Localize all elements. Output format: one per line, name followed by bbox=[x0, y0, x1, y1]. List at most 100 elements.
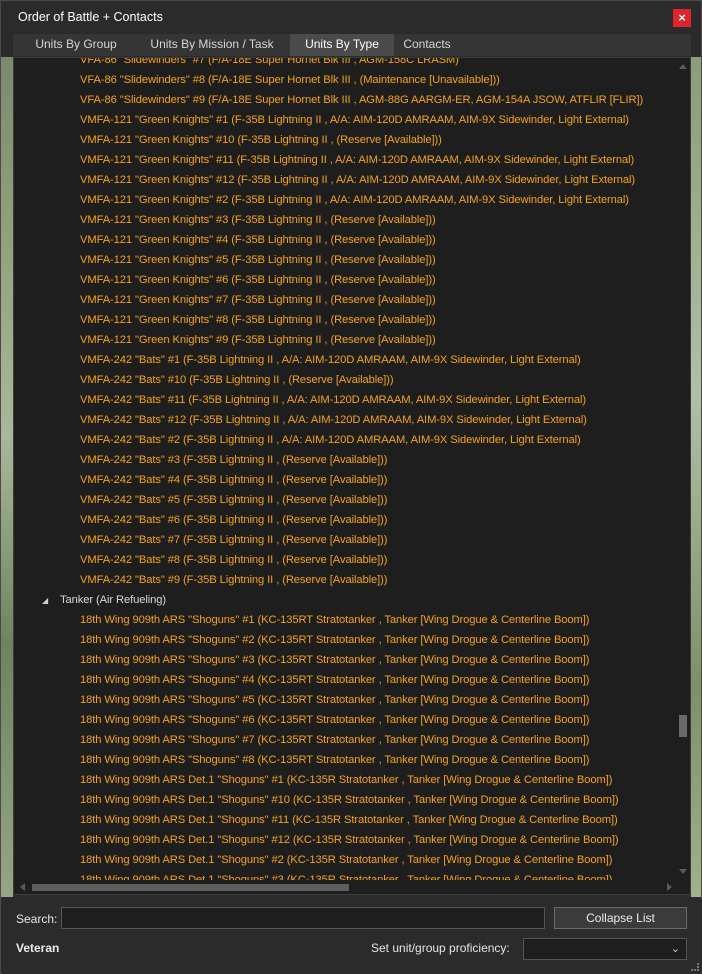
tree-unit-label: 18th Wing 909th ARS Det.1 "Shoguns" #2 (… bbox=[80, 854, 613, 866]
tree-unit-label: VMFA-121 "Green Knights" #8 (F-35B Light… bbox=[80, 314, 436, 326]
tab-units-by-group[interactable]: Units By Group bbox=[17, 34, 135, 56]
tree-unit-row[interactable]: VMFA-242 "Bats" #10 (F-35B Lightning II … bbox=[14, 370, 678, 390]
tree-unit-label: 18th Wing 909th ARS "Shoguns" #2 (KC-135… bbox=[80, 634, 590, 646]
tree-unit-row[interactable]: 18th Wing 909th ARS "Shoguns" #7 (KC-135… bbox=[14, 730, 678, 750]
tree-unit-label: VMFA-121 "Green Knights" #2 (F-35B Light… bbox=[80, 194, 629, 206]
vertical-scroll-thumb[interactable] bbox=[679, 715, 687, 737]
tree-unit-row[interactable]: 18th Wing 909th ARS "Shoguns" #6 (KC-135… bbox=[14, 710, 678, 730]
tree-unit-row[interactable]: VMFA-242 "Bats" #11 (F-35B Lightning II … bbox=[14, 390, 678, 410]
tree-unit-label: VMFA-121 "Green Knights" #9 (F-35B Light… bbox=[80, 334, 436, 346]
tree-unit-row[interactable]: VMFA-121 "Green Knights" #11 (F-35B Ligh… bbox=[14, 150, 678, 170]
tree-unit-row[interactable]: VMFA-242 "Bats" #12 (F-35B Lightning II … bbox=[14, 410, 678, 430]
tree-unit-row[interactable]: VMFA-242 "Bats" #8 (F-35B Lightning II ,… bbox=[14, 550, 678, 570]
search-input[interactable] bbox=[61, 907, 545, 929]
tree-group-row[interactable]: ◢ Tanker (Air Refueling) bbox=[14, 590, 678, 610]
tree-unit-label: VMFA-242 "Bats" #2 (F-35B Lightning II ,… bbox=[80, 434, 581, 446]
expand-triangle-icon[interactable]: ◢ bbox=[42, 591, 60, 610]
tree-unit-label: VMFA-242 "Bats" #6 (F-35B Lightning II ,… bbox=[80, 514, 388, 526]
vertical-scrollbar[interactable] bbox=[676, 58, 690, 880]
current-proficiency: Veteran bbox=[16, 941, 60, 955]
tree-unit-row[interactable]: VMFA-121 "Green Knights" #8 (F-35B Light… bbox=[14, 310, 678, 330]
scroll-right-arrow-icon[interactable] bbox=[667, 883, 672, 891]
tree-unit-label: VMFA-242 "Bats" #5 (F-35B Lightning II ,… bbox=[80, 494, 388, 506]
tree-unit-label: VMFA-121 "Green Knights" #4 (F-35B Light… bbox=[80, 234, 436, 246]
map-background-right bbox=[691, 57, 701, 897]
tab-units-by-mission-task[interactable]: Units By Mission / Task bbox=[137, 34, 287, 56]
tree-unit-row[interactable]: VMFA-121 "Green Knights" #7 (F-35B Light… bbox=[14, 290, 678, 310]
tree-unit-row[interactable]: 18th Wing 909th ARS Det.1 "Shoguns" #2 (… bbox=[14, 850, 678, 870]
tree-unit-row[interactable]: VFA-86 "Slidewinders" #9 (F/A-18E Super … bbox=[14, 90, 678, 110]
tree-unit-label: VMFA-242 "Bats" #9 (F-35B Lightning II ,… bbox=[80, 574, 388, 586]
resize-grip-icon[interactable] bbox=[691, 963, 699, 971]
tree-unit-label: VMFA-242 "Bats" #11 (F-35B Lightning II … bbox=[80, 394, 586, 406]
tree-unit-label: VMFA-121 "Green Knights" #6 (F-35B Light… bbox=[80, 274, 436, 286]
tree-unit-row[interactable]: 18th Wing 909th ARS Det.1 "Shoguns" #12 … bbox=[14, 830, 678, 850]
proficiency-label: Set unit/group proficiency: bbox=[371, 941, 510, 955]
tree-unit-row[interactable]: VMFA-121 "Green Knights" #12 (F-35B Ligh… bbox=[14, 170, 678, 190]
tree-unit-row[interactable]: 18th Wing 909th ARS "Shoguns" #4 (KC-135… bbox=[14, 670, 678, 690]
scroll-left-arrow-icon[interactable] bbox=[20, 883, 25, 891]
horizontal-scroll-thumb[interactable] bbox=[32, 884, 349, 891]
tree-unit-label: VFA-86 "Slidewinders" #8 (F/A-18E Super … bbox=[80, 74, 500, 86]
tree-unit-row[interactable]: 18th Wing 909th ARS Det.1 "Shoguns" #10 … bbox=[14, 790, 678, 810]
footer-panel: Search: Collapse List Veteran Set unit/g… bbox=[2, 899, 702, 974]
tree-unit-label: VMFA-121 "Green Knights" #5 (F-35B Light… bbox=[80, 254, 436, 266]
title-bar[interactable]: Order of Battle + Contacts × bbox=[2, 2, 700, 32]
tree-unit-row[interactable]: 18th Wing 909th ARS Det.1 "Shoguns" #1 (… bbox=[14, 770, 678, 790]
tree-unit-row[interactable]: VMFA-121 "Green Knights" #1 (F-35B Light… bbox=[14, 110, 678, 130]
tree-unit-row[interactable]: VMFA-242 "Bats" #6 (F-35B Lightning II ,… bbox=[14, 510, 678, 530]
horizontal-scrollbar[interactable] bbox=[14, 880, 678, 894]
tree-unit-row[interactable]: 18th Wing 909th ARS "Shoguns" #2 (KC-135… bbox=[14, 630, 678, 650]
tree-unit-row[interactable]: VFA-86 "Slidewinders" #8 (F/A-18E Super … bbox=[14, 70, 678, 90]
tree-unit-row[interactable]: VMFA-121 "Green Knights" #4 (F-35B Light… bbox=[14, 230, 678, 250]
tree-unit-label: VMFA-242 "Bats" #3 (F-35B Lightning II ,… bbox=[80, 454, 388, 466]
tree-unit-row[interactable]: VMFA-242 "Bats" #1 (F-35B Lightning II ,… bbox=[14, 350, 678, 370]
tree-unit-label: 18th Wing 909th ARS Det.1 "Shoguns" #12 … bbox=[80, 834, 619, 846]
tree-unit-label: VMFA-242 "Bats" #12 (F-35B Lightning II … bbox=[80, 414, 587, 426]
tree-unit-label: 18th Wing 909th ARS Det.1 "Shoguns" #1 (… bbox=[80, 774, 613, 786]
tree-unit-row[interactable]: 18th Wing 909th ARS "Shoguns" #5 (KC-135… bbox=[14, 690, 678, 710]
tree-unit-row[interactable]: VMFA-121 "Green Knights" #2 (F-35B Light… bbox=[14, 190, 678, 210]
scroll-down-arrow-icon[interactable] bbox=[679, 869, 687, 874]
tree-unit-row[interactable]: VMFA-121 "Green Knights" #5 (F-35B Light… bbox=[14, 250, 678, 270]
tree-unit-label: 18th Wing 909th ARS Det.1 "Shoguns" #10 … bbox=[80, 794, 619, 806]
tree-unit-row[interactable]: VMFA-242 "Bats" #7 (F-35B Lightning II ,… bbox=[14, 530, 678, 550]
tree-unit-row[interactable]: VMFA-242 "Bats" #2 (F-35B Lightning II ,… bbox=[14, 430, 678, 450]
tree-unit-label: VMFA-121 "Green Knights" #12 (F-35B Ligh… bbox=[80, 174, 636, 186]
map-background-left bbox=[1, 57, 13, 897]
tab-units-by-type[interactable]: Units By Type bbox=[290, 34, 394, 56]
window-title: Order of Battle + Contacts bbox=[18, 10, 163, 24]
tree-unit-row[interactable]: VMFA-242 "Bats" #4 (F-35B Lightning II ,… bbox=[14, 470, 678, 490]
tree-unit-row[interactable]: 18th Wing 909th ARS "Shoguns" #8 (KC-135… bbox=[14, 750, 678, 770]
scroll-up-arrow-icon[interactable] bbox=[679, 64, 687, 69]
proficiency-dropdown[interactable]: ⌄ bbox=[523, 938, 687, 960]
order-of-battle-window: Order of Battle + Contacts × Units By Gr… bbox=[0, 0, 702, 974]
tree-unit-label: 18th Wing 909th ARS Det.1 "Shoguns" #11 … bbox=[80, 814, 618, 826]
unit-tree[interactable]: VFA-86 "Slidewinders" #7 (F/A-18E Super … bbox=[13, 57, 691, 895]
tree-unit-row[interactable]: VMFA-121 "Green Knights" #6 (F-35B Light… bbox=[14, 270, 678, 290]
collapse-list-button[interactable]: Collapse List bbox=[554, 907, 687, 929]
tree-unit-label: VMFA-121 "Green Knights" #11 (F-35B Ligh… bbox=[80, 154, 635, 166]
tree-unit-row[interactable]: VMFA-121 "Green Knights" #9 (F-35B Light… bbox=[14, 330, 678, 350]
tree-unit-label: 18th Wing 909th ARS "Shoguns" #8 (KC-135… bbox=[80, 754, 590, 766]
tree-unit-row[interactable]: VMFA-121 "Green Knights" #10 (F-35B Ligh… bbox=[14, 130, 678, 150]
tree-unit-row[interactable]: VFA-86 "Slidewinders" #7 (F/A-18E Super … bbox=[14, 58, 678, 70]
tree-unit-row[interactable]: VMFA-242 "Bats" #3 (F-35B Lightning II ,… bbox=[14, 450, 678, 470]
tree-unit-row[interactable]: VMFA-121 "Green Knights" #3 (F-35B Light… bbox=[14, 210, 678, 230]
tree-unit-label: VMFA-121 "Green Knights" #10 (F-35B Ligh… bbox=[80, 134, 442, 146]
chevron-down-icon: ⌄ bbox=[670, 943, 680, 955]
tree-unit-label: VMFA-242 "Bats" #4 (F-35B Lightning II ,… bbox=[80, 474, 388, 486]
tree-unit-label: VMFA-121 "Green Knights" #1 (F-35B Light… bbox=[80, 114, 629, 126]
tree-unit-row[interactable]: 18th Wing 909th ARS "Shoguns" #3 (KC-135… bbox=[14, 650, 678, 670]
tree-unit-row[interactable]: 18th Wing 909th ARS "Shoguns" #1 (KC-135… bbox=[14, 610, 678, 630]
tree-unit-row[interactable]: VMFA-242 "Bats" #9 (F-35B Lightning II ,… bbox=[14, 570, 678, 590]
tree-unit-label: VFA-86 "Slidewinders" #9 (F/A-18E Super … bbox=[80, 94, 644, 106]
close-button[interactable]: × bbox=[673, 9, 691, 27]
tree-group-label: Tanker (Air Refueling) bbox=[60, 594, 166, 606]
tree-unit-label: 18th Wing 909th ARS "Shoguns" #7 (KC-135… bbox=[80, 734, 590, 746]
tree-unit-label: VMFA-121 "Green Knights" #7 (F-35B Light… bbox=[80, 294, 436, 306]
tree-unit-label: 18th Wing 909th ARS "Shoguns" #6 (KC-135… bbox=[80, 714, 590, 726]
tab-contacts[interactable]: Contacts bbox=[396, 34, 458, 56]
tree-unit-row[interactable]: VMFA-242 "Bats" #5 (F-35B Lightning II ,… bbox=[14, 490, 678, 510]
tree-unit-row[interactable]: 18th Wing 909th ARS Det.1 "Shoguns" #11 … bbox=[14, 810, 678, 830]
